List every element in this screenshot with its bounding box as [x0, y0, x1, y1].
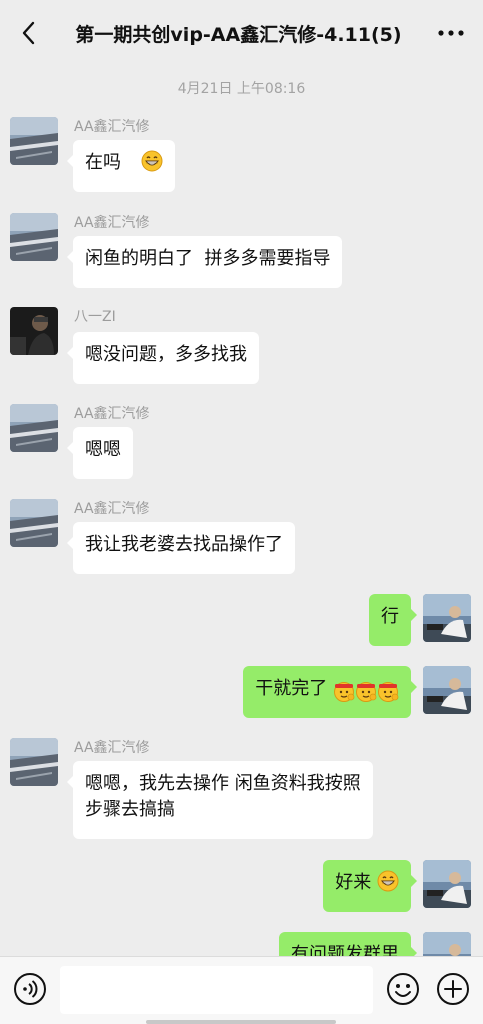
message-bubble[interactable]: 有问题发群里	[279, 932, 417, 956]
fighting-emoji-icon	[356, 682, 377, 702]
sender-name: AA鑫汇汽修	[74, 215, 150, 231]
message-text: 在吗	[85, 152, 121, 173]
message-text: 干就完了	[255, 678, 328, 699]
message-text: 有问题发群里	[291, 944, 399, 956]
sender-name: AA鑫汇汽修	[74, 406, 150, 422]
sender-name: AA鑫汇汽修	[74, 740, 150, 756]
plus-button[interactable]	[435, 971, 471, 1007]
smiley-icon	[387, 973, 419, 1005]
input-bar	[0, 956, 483, 1024]
message-bubble[interactable]: 在吗	[67, 140, 175, 192]
message-bubble[interactable]: 闲鱼的明白了 拼多多需要指导	[66, 236, 343, 288]
back-button[interactable]	[12, 16, 46, 50]
message-bubble[interactable]: 好来	[323, 860, 417, 912]
avatar-image-icon	[10, 213, 58, 261]
avatar[interactable]	[423, 666, 471, 714]
avatar[interactable]	[10, 307, 58, 355]
message-text-line: 嗯嗯，我先去操作 闲鱼资料我按照	[85, 773, 361, 794]
avatar-image-icon	[10, 404, 58, 452]
avatar[interactable]	[10, 404, 58, 452]
avatar-image-icon	[423, 860, 471, 908]
grin-emoji-icon	[377, 870, 399, 892]
message-text-line: 步骤去搞搞	[85, 799, 175, 820]
fighting-emoji-icon	[334, 682, 355, 702]
message-bubble[interactable]: 我让我老婆去找品操作了	[67, 522, 295, 574]
message-input[interactable]	[60, 966, 373, 1014]
sender-name: AA鑫汇汽修	[74, 119, 150, 135]
chat-header: 第一期共创vip-AA鑫汇汽修-4.11(5)	[0, 0, 483, 66]
message-list[interactable]: 4月21日 上午08:16 AA鑫汇汽修 在吗 AA鑫汇汽修 闲鱼的明白了 拼多…	[0, 66, 483, 956]
avatar[interactable]	[10, 117, 58, 165]
message-bubble[interactable]: 干就完了	[243, 666, 417, 718]
avatar-image-icon	[10, 307, 58, 355]
message-text: 嗯嗯	[85, 439, 121, 460]
avatar-image-icon	[10, 117, 58, 165]
fighting-emoji-icon	[378, 682, 399, 702]
chat-title: 第一期共创vip-AA鑫汇汽修-4.11(5)	[75, 23, 402, 46]
fighting-emoji-group	[333, 680, 399, 706]
sender-name: AA鑫汇汽修	[74, 501, 150, 517]
message-text: 闲鱼的明白了 拼多多需要指导	[85, 248, 331, 269]
plus-icon	[437, 973, 469, 1005]
grin-emoji-icon	[141, 150, 163, 172]
message-text: 我让我老婆去找品操作了	[85, 534, 283, 555]
avatar[interactable]	[423, 594, 471, 642]
avatar[interactable]	[423, 932, 471, 956]
message-text: 行	[381, 606, 399, 627]
avatar[interactable]	[10, 213, 58, 261]
sender-name: 八一ZI	[74, 309, 116, 325]
avatar[interactable]	[10, 499, 58, 547]
voice-icon	[14, 973, 46, 1005]
message-text: 嗯没问题，多多找我	[85, 344, 247, 365]
avatar-image-icon	[423, 932, 471, 956]
avatar-image-icon	[423, 666, 471, 714]
timestamp: 4月21日 上午08:16	[177, 81, 306, 97]
emoji-button[interactable]	[385, 971, 421, 1007]
message-bubble[interactable]: 嗯嗯，我先去操作 闲鱼资料我按照 步骤去搞搞	[67, 761, 373, 839]
avatar[interactable]	[10, 738, 58, 786]
message-bubble[interactable]: 嗯嗯	[67, 427, 133, 479]
chevron-left-icon	[22, 21, 35, 45]
avatar-image-icon	[10, 499, 58, 547]
message-bubble[interactable]: 嗯没问题，多多找我	[67, 332, 259, 384]
home-indicator	[146, 1020, 336, 1024]
avatar-image-icon	[423, 594, 471, 642]
voice-button[interactable]	[12, 971, 48, 1007]
avatar-image-icon	[10, 738, 58, 786]
more-button[interactable]	[431, 16, 471, 50]
more-dots-icon	[438, 30, 464, 36]
chat-screen: 第一期共创vip-AA鑫汇汽修-4.11(5) 4月21日 上午08:16 AA…	[0, 0, 483, 1024]
message-bubble[interactable]: 行	[369, 594, 417, 646]
message-text: 好来	[335, 872, 372, 893]
avatar[interactable]	[423, 860, 471, 908]
